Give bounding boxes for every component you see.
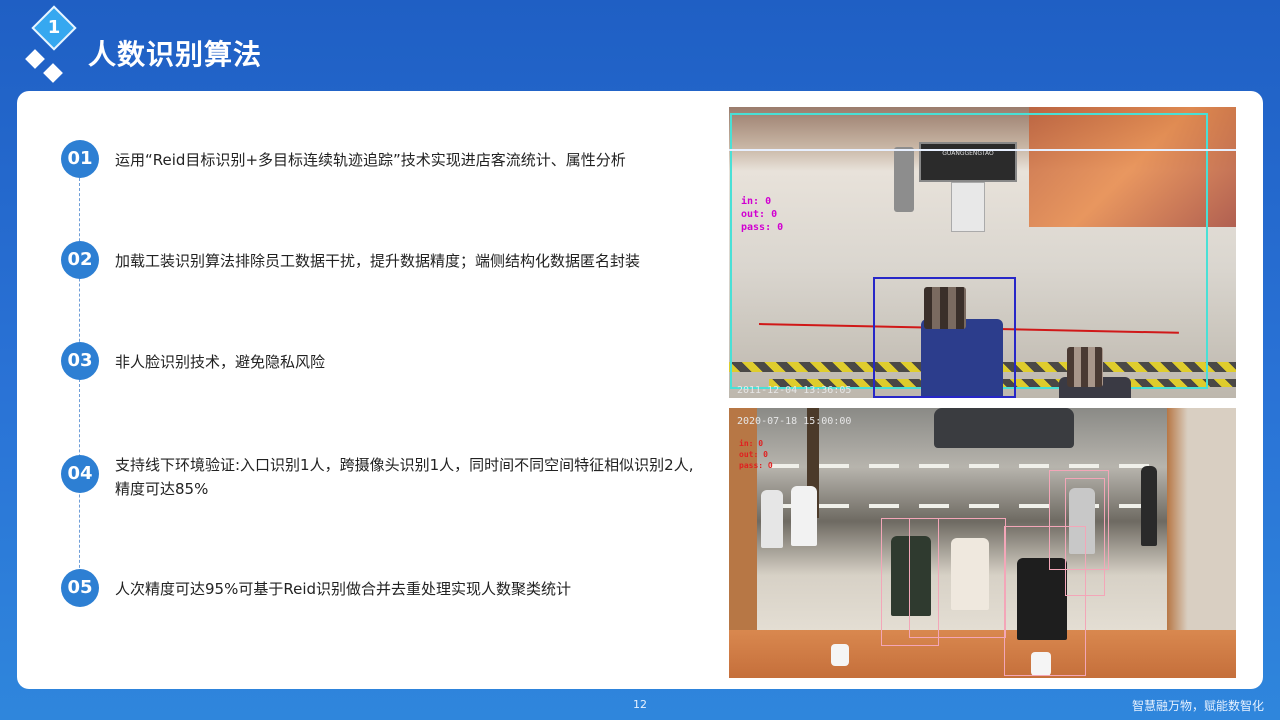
item-text: 运用“Reid目标识别+多目标连续轨迹追踪”技术实现进店客流统计、属性分析 [115, 151, 626, 169]
product-device [831, 644, 849, 666]
diamond-icon [25, 49, 45, 69]
road-marking [769, 464, 1159, 468]
item-number-badge: 04 [61, 455, 99, 493]
count-overlay: in: 0 out: 0 pass: 0 [739, 438, 773, 471]
person-bounding-box [1065, 478, 1105, 596]
item-number-badge: 05 [61, 569, 99, 607]
item-text: 人次精度可达95%可基于Reid识别做合并去重处理实现人数聚类统计 [115, 580, 572, 598]
region-line [729, 149, 1236, 151]
count-out: out: 0 [739, 450, 768, 459]
count-overlay: in: 0 out: 0 pass: 0 [741, 195, 783, 234]
timeline-line [79, 178, 80, 588]
count-in: in: 0 [741, 196, 772, 207]
camera-image-store-interior: GUANGGENGTAO in: 0 out: 0 pass: 0 2011-1… [729, 107, 1236, 398]
section-number: 1 [47, 17, 61, 38]
blurred-face [1067, 347, 1103, 387]
count-pass: pass: 0 [741, 222, 784, 233]
person [761, 490, 783, 548]
page-title: 人数识别算法 [88, 38, 263, 71]
diamond-icon [43, 63, 63, 83]
item-text: 加载工装识别算法排除员工数据干扰，提升数据精度；端侧结构化数据匿名封装 [115, 252, 641, 270]
item-text: 支持线下环境验证:入口识别1人，跨摄像头识别1人，同时间不同空间特征相似识别2人… [115, 456, 694, 498]
item-number-badge: 01 [61, 140, 99, 178]
camera-timestamp: 2020-07-18 15:00:00 [737, 416, 852, 427]
person-bounding-box [873, 277, 1016, 398]
count-in: in: 0 [739, 439, 764, 448]
section-logo: 1 [24, 5, 84, 88]
camera-image-store-entrance: in: 0 out: 0 pass: 0 2020-07-18 15:00:00 [729, 408, 1236, 678]
count-pass: pass: 0 [739, 461, 773, 470]
camera-timestamp: 2011-12-04 13:36:05 [737, 385, 852, 396]
item-number-badge: 03 [61, 342, 99, 380]
page-number: 12 [633, 698, 647, 711]
person-bounding-box [909, 518, 1006, 638]
item-number-badge: 02 [61, 241, 99, 279]
footer-slogan: 智慧融万物，赋能数智化 [1131, 699, 1264, 713]
car [934, 408, 1074, 448]
count-out: out: 0 [741, 209, 778, 220]
item-text: 非人脸识别技术，避免隐私风险 [115, 353, 326, 371]
person [791, 486, 817, 546]
person [1141, 466, 1157, 546]
